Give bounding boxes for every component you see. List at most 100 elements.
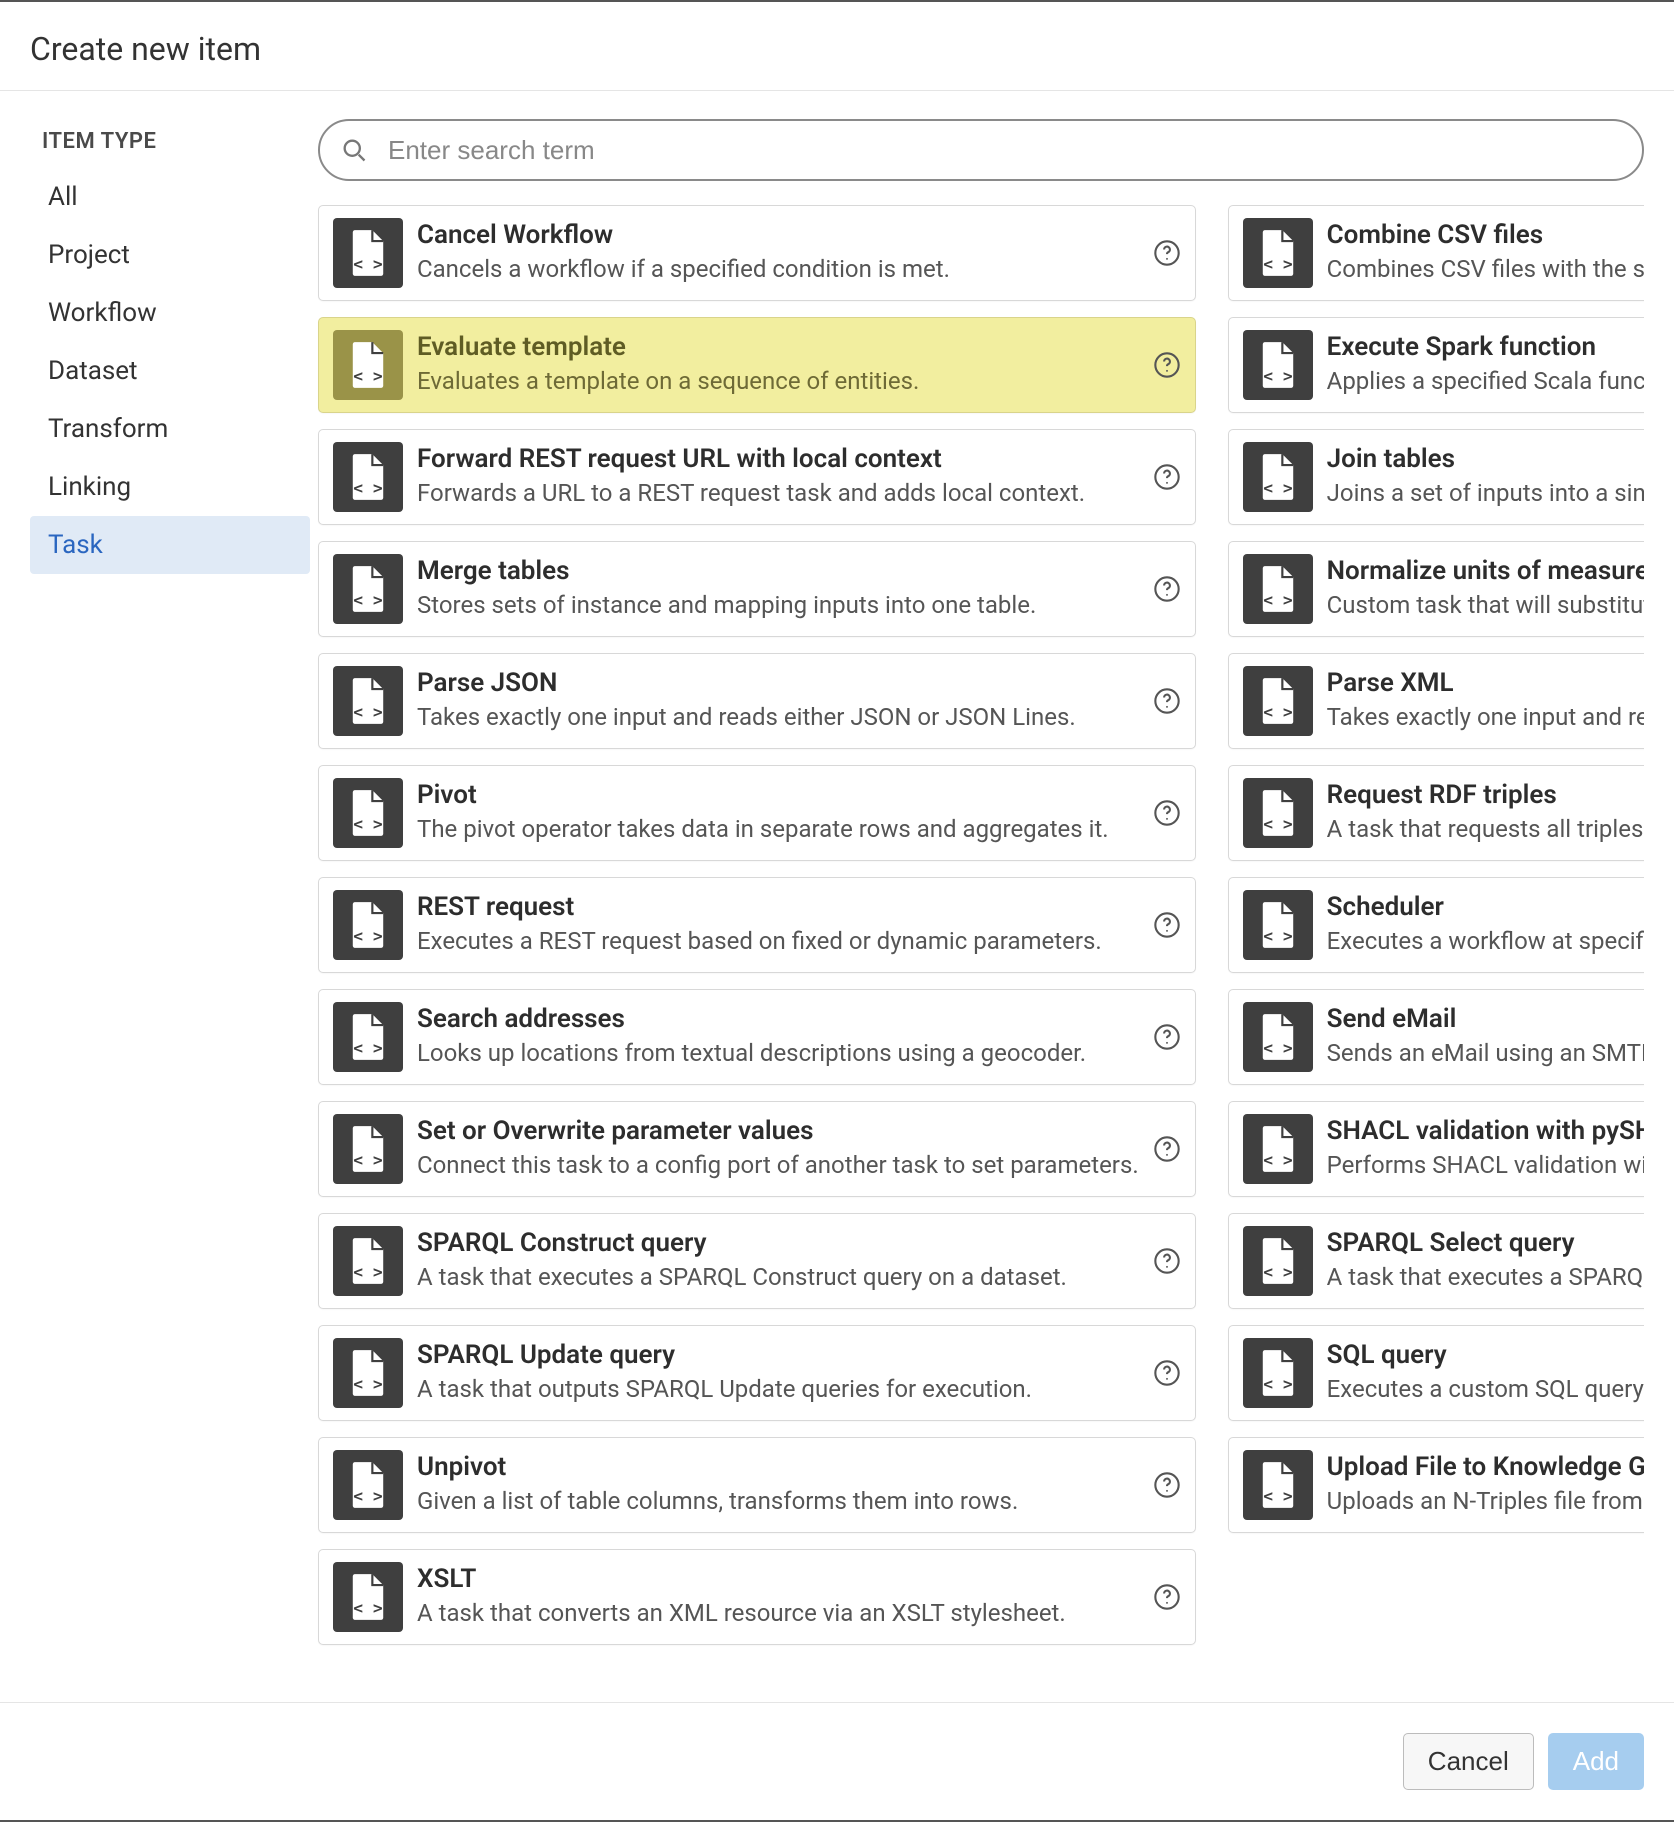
- item-card-sparql-update-query[interactable]: < > SPARQL Update queryA task that output…: [318, 1325, 1196, 1421]
- svg-text:< >: < >: [353, 702, 383, 721]
- item-card-shacl-validation-with-pyshacl[interactable]: < >SHACL validation with pySHACLPerforms…: [1228, 1101, 1644, 1197]
- item-card-forward-rest-request-url-with-local-context[interactable]: < >Forward REST request URL with local c…: [318, 429, 1196, 525]
- help-icon[interactable]: [1153, 351, 1181, 379]
- card-title: SPARQL Update query: [417, 1339, 1139, 1373]
- svg-text:< >: < >: [353, 1262, 383, 1281]
- card-description: Executes a custom SQL query on the first…: [1327, 1373, 1644, 1407]
- card-title: Parse JSON: [417, 667, 1139, 701]
- card-body: SPARQL Update queryA task that outputs S…: [417, 1339, 1139, 1406]
- file-code-icon: < >: [333, 778, 403, 848]
- help-icon[interactable]: [1153, 463, 1181, 491]
- item-card-execute-spark-function[interactable]: < >Execute Spark functionApplies a speci…: [1228, 317, 1644, 413]
- item-card-sparql-construct-query[interactable]: < > SPARQL Construct queryA task that exe…: [318, 1213, 1196, 1309]
- file-code-icon: < >: [1243, 218, 1313, 288]
- card-description: A task that executes a SPARQL Select que…: [1327, 1261, 1644, 1295]
- file-code-icon: < >: [1243, 778, 1313, 848]
- add-button[interactable]: Add: [1548, 1733, 1644, 1790]
- item-card-xslt[interactable]: < >XSLTA task that converts an XML resou…: [318, 1549, 1196, 1645]
- svg-text:< >: < >: [1263, 1150, 1293, 1169]
- help-icon[interactable]: [1153, 1359, 1181, 1387]
- item-card-combine-csv-files[interactable]: < > Combine CSV filesCombines CSV files w…: [1228, 205, 1644, 301]
- item-card-set-or-overwrite-parameter-values[interactable]: < >Set or Overwrite parameter valuesConn…: [318, 1101, 1196, 1197]
- file-code-icon: < >: [1243, 442, 1313, 512]
- search-input[interactable]: [318, 119, 1644, 181]
- item-card-upload-file-to-knowledge-graph[interactable]: < >Upload File to Knowledge GraphUploads…: [1228, 1437, 1644, 1533]
- svg-text:< >: < >: [1263, 254, 1293, 273]
- item-card-merge-tables[interactable]: < >Merge tablesStores sets of instance a…: [318, 541, 1196, 637]
- item-card-normalize-units-of-measurement[interactable]: < >Normalize units of measurementCustom …: [1228, 541, 1644, 637]
- help-icon[interactable]: [1153, 239, 1181, 267]
- item-card-cancel-workflow[interactable]: < >Cancel WorkflowCancels a workflow if …: [318, 205, 1196, 301]
- file-code-icon: < >: [1243, 330, 1313, 400]
- file-code-icon: < >: [333, 666, 403, 736]
- dialog-footer: Cancel Add: [0, 1702, 1674, 1820]
- sidebar-item-transform[interactable]: Transform: [30, 400, 310, 458]
- item-card-rest-request[interactable]: < >REST requestExecutes a REST request b…: [318, 877, 1196, 973]
- file-code-icon: < >: [333, 554, 403, 624]
- item-card-evaluate-template[interactable]: < >Evaluate templateEvaluates a template…: [318, 317, 1196, 413]
- svg-text:< >: < >: [353, 590, 383, 609]
- help-icon[interactable]: [1153, 1135, 1181, 1163]
- sidebar-item-linking[interactable]: Linking: [30, 458, 310, 516]
- item-card-pivot[interactable]: < >PivotThe pivot operator takes data in…: [318, 765, 1196, 861]
- help-icon[interactable]: [1153, 911, 1181, 939]
- card-body: SPARQL Select queryA task that executes …: [1327, 1227, 1644, 1294]
- help-icon[interactable]: [1153, 1471, 1181, 1499]
- sidebar-item-project[interactable]: Project: [30, 226, 310, 284]
- cancel-button[interactable]: Cancel: [1403, 1733, 1534, 1790]
- item-card-scheduler[interactable]: < >SchedulerExecutes a workflow at speci…: [1228, 877, 1644, 973]
- help-icon[interactable]: [1153, 1247, 1181, 1275]
- card-description: A task that requests all triples from an…: [1327, 813, 1644, 847]
- sidebar-item-task[interactable]: Task: [30, 516, 310, 574]
- card-body: Cancel WorkflowCancels a workflow if a s…: [417, 219, 1139, 286]
- card-description: Given a list of table columns, transform…: [417, 1485, 1139, 1519]
- sidebar-list: AllProjectWorkflowDatasetTransformLinkin…: [30, 168, 310, 574]
- sidebar-item-workflow[interactable]: Workflow: [30, 284, 310, 342]
- sidebar-item-dataset[interactable]: Dataset: [30, 342, 310, 400]
- file-code-icon: < >: [333, 1338, 403, 1408]
- item-card-sparql-select-query[interactable]: < >SPARQL Select queryA task that execut…: [1228, 1213, 1644, 1309]
- card-body: Request RDF triplesA task that requests …: [1327, 779, 1644, 846]
- item-card-search-addresses[interactable]: < >Search addressesLooks up locations fr…: [318, 989, 1196, 1085]
- card-body: Search addressesLooks up locations from …: [417, 1003, 1139, 1070]
- card-title: Execute Spark function: [1327, 331, 1644, 365]
- card-title: REST request: [417, 891, 1139, 925]
- card-body: Forward REST request URL with local cont…: [417, 443, 1139, 510]
- item-card-send-email[interactable]: < >Send eMailSends an eMail using an SMT…: [1228, 989, 1644, 1085]
- sidebar-item-all[interactable]: All: [30, 168, 310, 226]
- file-code-icon: < >: [1243, 554, 1313, 624]
- help-icon[interactable]: [1153, 575, 1181, 603]
- help-icon[interactable]: [1153, 1583, 1181, 1611]
- card-title: Search addresses: [417, 1003, 1139, 1037]
- card-body: Normalize units of measurementCustom tas…: [1327, 555, 1644, 622]
- item-card-request-rdf-triples[interactable]: < >Request RDF triplesA task that reques…: [1228, 765, 1644, 861]
- help-icon[interactable]: [1153, 799, 1181, 827]
- card-description: Combines CSV files with the same structu…: [1327, 253, 1644, 287]
- item-card-unpivot[interactable]: < >UnpivotGiven a list of table columns,…: [318, 1437, 1196, 1533]
- svg-text:< >: < >: [1263, 1038, 1293, 1057]
- file-code-icon: < >: [1243, 1226, 1313, 1296]
- item-card-parse-xml[interactable]: < >Parse XMLTakes exactly one input and …: [1228, 653, 1644, 749]
- content-area: < > Cancel WorkflowCancels a workflow if …: [310, 91, 1644, 1702]
- svg-text:< >: < >: [353, 1374, 383, 1393]
- card-description: A task that executes a SPARQL Construct …: [417, 1261, 1139, 1295]
- card-description: Stores sets of instance and mapping inpu…: [417, 589, 1139, 623]
- card-body: SPARQL Construct queryA task that execut…: [417, 1227, 1139, 1294]
- item-card-join-tables[interactable]: < >Join tablesJoins a set of inputs into…: [1228, 429, 1644, 525]
- card-body: SQL queryExecutes a custom SQL query on …: [1327, 1339, 1644, 1406]
- card-title: Request RDF triples: [1327, 779, 1644, 813]
- card-description: Cancels a workflow if a specified condit…: [417, 253, 1139, 287]
- svg-text:< >: < >: [353, 1486, 383, 1505]
- help-icon[interactable]: [1153, 687, 1181, 715]
- card-body: Join tablesJoins a set of inputs into a …: [1327, 443, 1644, 510]
- help-icon[interactable]: [1153, 1023, 1181, 1051]
- card-body: Combine CSV filesCombines CSV files with…: [1327, 219, 1644, 286]
- dialog-title: Create new item: [0, 2, 1674, 91]
- card-description: Sends an eMail using an SMTP server. If …: [1327, 1037, 1644, 1071]
- card-description: Custom task that will substitute numeric…: [1327, 589, 1644, 623]
- card-description: Executes a workflow at specified interva…: [1327, 925, 1644, 959]
- sidebar-heading: ITEM TYPE: [30, 129, 310, 168]
- item-card-parse-json[interactable]: < >Parse JSONTakes exactly one input and…: [318, 653, 1196, 749]
- card-body: SchedulerExecutes a workflow at specifie…: [1327, 891, 1644, 958]
- item-card-sql-query[interactable]: < >SQL queryExecutes a custom SQL query …: [1228, 1325, 1644, 1421]
